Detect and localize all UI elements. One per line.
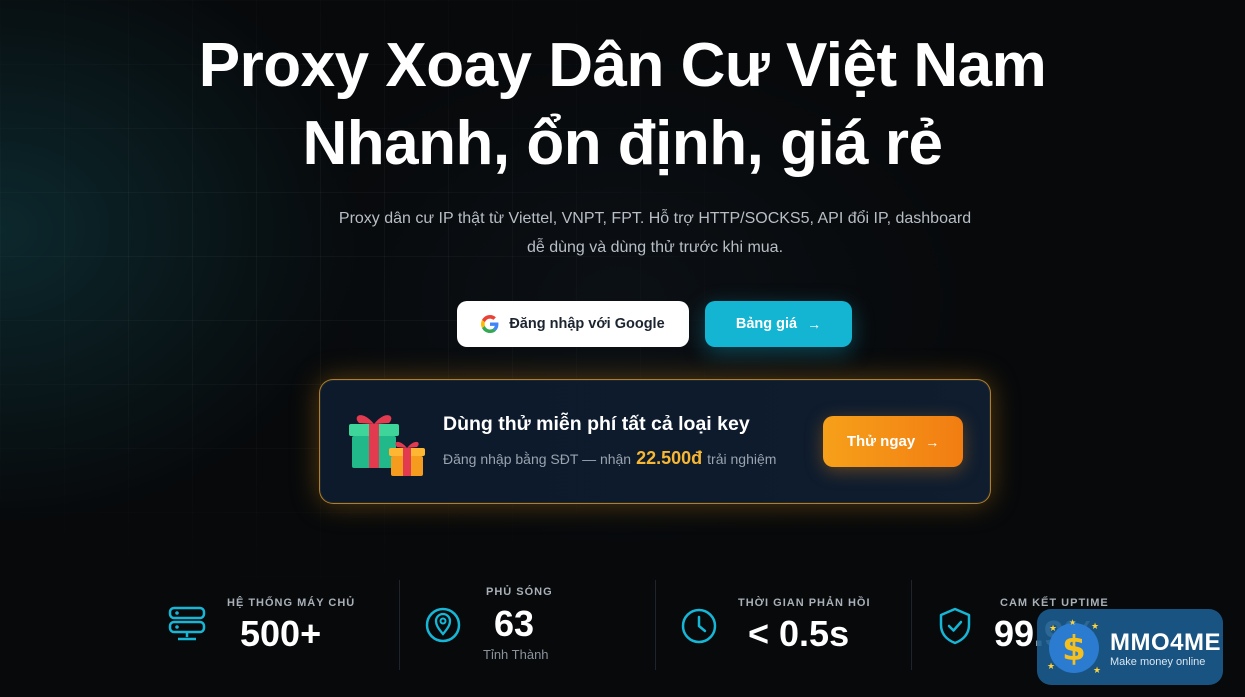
stat-caption: Tỉnh Thành bbox=[483, 647, 549, 662]
stat-divider bbox=[399, 580, 400, 670]
promo-amount: 22.500đ bbox=[636, 448, 703, 468]
hero-title-line-1: Proxy Xoay Dân Cư Việt Nam bbox=[198, 31, 1047, 100]
arrow-right-icon: → bbox=[925, 433, 940, 450]
server-icon bbox=[168, 606, 206, 641]
dollar-globe-icon: $ ★ ★ ★ ★ ★ bbox=[1047, 618, 1101, 675]
try-now-label: Thử ngay bbox=[846, 433, 916, 450]
arrow-right-icon: → bbox=[807, 316, 822, 332]
pricing-button[interactable]: Bảng giá → bbox=[705, 301, 852, 347]
svg-text:★: ★ bbox=[1069, 618, 1076, 627]
stat-label: THỜI GIAN PHẢN HỒI bbox=[738, 597, 871, 609]
stat-value: < 0.5s bbox=[748, 613, 850, 654]
svg-text:★: ★ bbox=[1047, 661, 1055, 671]
stat-label: HỆ THỐNG MÁY CHỦ bbox=[227, 597, 356, 609]
hero-subtitle-line-2: dễ dùng và dùng thử trước khi mua. bbox=[526, 239, 784, 256]
try-now-button[interactable]: Thử ngay → bbox=[823, 416, 963, 467]
free-trial-banner: Dùng thử miễn phí tất cả loại key Đăng n… bbox=[319, 379, 991, 504]
gift-icon bbox=[349, 415, 425, 476]
promo-sub-before: Đăng nhập bằng SĐT — nhận bbox=[443, 451, 632, 467]
svg-text:★: ★ bbox=[1049, 623, 1057, 633]
hero-title-line-2: Nhanh, ổn định, giá rẻ bbox=[302, 109, 944, 178]
stat-value: 63 bbox=[494, 603, 535, 644]
clock-icon bbox=[681, 608, 717, 644]
hero-subtitle-line-1: Proxy dân cư IP thật từ Viettel, VNPT, F… bbox=[338, 210, 972, 227]
svg-text:$: $ bbox=[1062, 629, 1086, 669]
google-login-label: Đăng nhập với Google bbox=[509, 316, 665, 332]
map-pin-icon bbox=[425, 607, 461, 643]
svg-text:★: ★ bbox=[1091, 621, 1099, 631]
promo-title: Dùng thử miễn phí tất cả loại key bbox=[443, 413, 750, 435]
pricing-label: Bảng giá bbox=[735, 316, 798, 332]
svg-text:★: ★ bbox=[1093, 665, 1101, 675]
google-icon bbox=[481, 315, 499, 333]
promo-subtitle: Đăng nhập bằng SĐT — nhận 22.500đ trải n… bbox=[443, 448, 776, 469]
stat-label: PHỦ SÓNG bbox=[486, 586, 553, 598]
promo-sub-after: trải nghiệm bbox=[707, 451, 777, 467]
google-login-button[interactable]: Đăng nhập với Google bbox=[457, 301, 689, 347]
hero-subtitle: Proxy dân cư IP thật từ Viettel, VNPT, F… bbox=[300, 204, 1010, 262]
stat-divider bbox=[655, 580, 656, 670]
stat-label: CAM KẾT UPTIME bbox=[1000, 597, 1109, 609]
watermark-title: MMO4ME bbox=[1110, 629, 1221, 656]
stat-divider bbox=[911, 580, 912, 670]
watermark-subtitle: Make money online bbox=[1110, 656, 1206, 668]
shield-check-icon bbox=[939, 607, 971, 645]
mmo4me-watermark: $ ★ ★ ★ ★ ★ MMO4ME Make money online bbox=[1037, 609, 1223, 685]
stat-value: 500+ bbox=[240, 613, 322, 654]
